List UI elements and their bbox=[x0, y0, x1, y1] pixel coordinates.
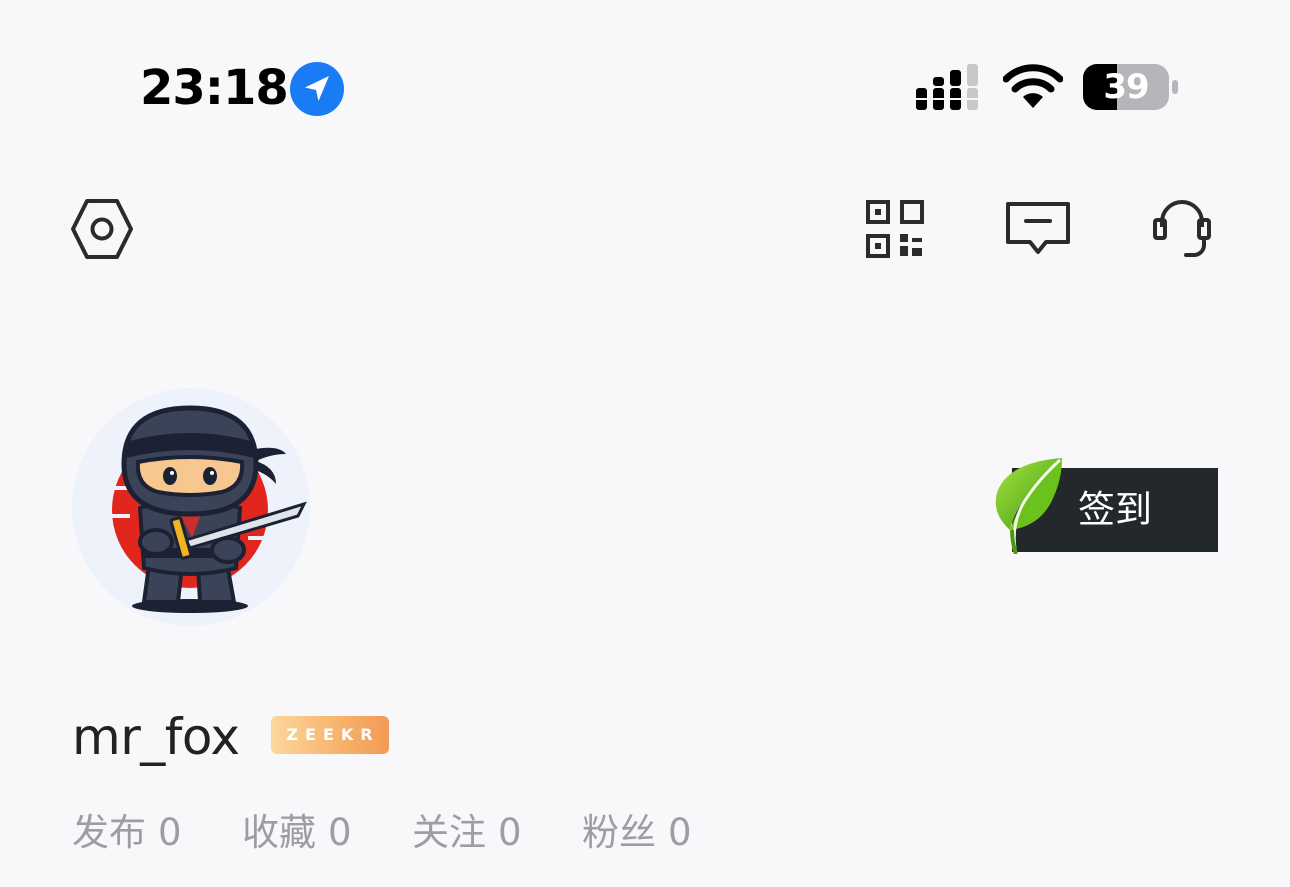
stat-count: 0 bbox=[668, 811, 692, 854]
settings-hexagon-icon bbox=[71, 199, 133, 259]
battery-level: 39 bbox=[1103, 67, 1149, 107]
message-button[interactable] bbox=[1004, 198, 1072, 260]
profile-screen: 23:18 39 签到 mr_fox ZEEKR 发布 0 收藏 0 关注 0 … bbox=[0, 0, 1290, 887]
stat-label: 发布 bbox=[72, 811, 146, 854]
stat-label: 关注 bbox=[412, 811, 486, 854]
settings-button[interactable] bbox=[70, 198, 134, 260]
zeekr-badge: ZEEKR bbox=[271, 716, 389, 754]
stat-following[interactable]: 关注 0 bbox=[412, 806, 522, 860]
qr-code-button[interactable] bbox=[864, 198, 926, 260]
battery-icon: 39 bbox=[1083, 64, 1179, 110]
headset-icon bbox=[1153, 200, 1211, 257]
customer-service-button[interactable] bbox=[1150, 195, 1214, 261]
ninja-avatar-icon bbox=[104, 405, 307, 613]
stat-count: 0 bbox=[158, 811, 182, 854]
username: mr_fox bbox=[72, 708, 240, 766]
stat-posts[interactable]: 发布 0 bbox=[72, 806, 182, 860]
checkin-label: 签到 bbox=[1078, 488, 1152, 531]
qr-code-icon bbox=[866, 200, 924, 258]
stat-favorites[interactable]: 收藏 0 bbox=[242, 806, 352, 860]
status-time: 23:18 bbox=[140, 60, 289, 116]
wifi-icon bbox=[1003, 64, 1063, 108]
avatar[interactable] bbox=[72, 388, 310, 626]
status-bar: 23:18 39 bbox=[0, 0, 1290, 160]
cellular-signal-icon bbox=[916, 64, 978, 110]
leaf-icon bbox=[995, 458, 1062, 554]
stat-followers[interactable]: 粉丝 0 bbox=[582, 806, 692, 860]
checkin-button[interactable]: 签到 bbox=[994, 456, 1220, 554]
stat-count: 0 bbox=[498, 811, 522, 854]
stat-label: 粉丝 bbox=[582, 811, 656, 854]
location-arrow-icon bbox=[290, 62, 344, 116]
stat-count: 0 bbox=[328, 811, 352, 854]
message-icon bbox=[1006, 202, 1070, 254]
stat-label: 收藏 bbox=[242, 811, 316, 854]
